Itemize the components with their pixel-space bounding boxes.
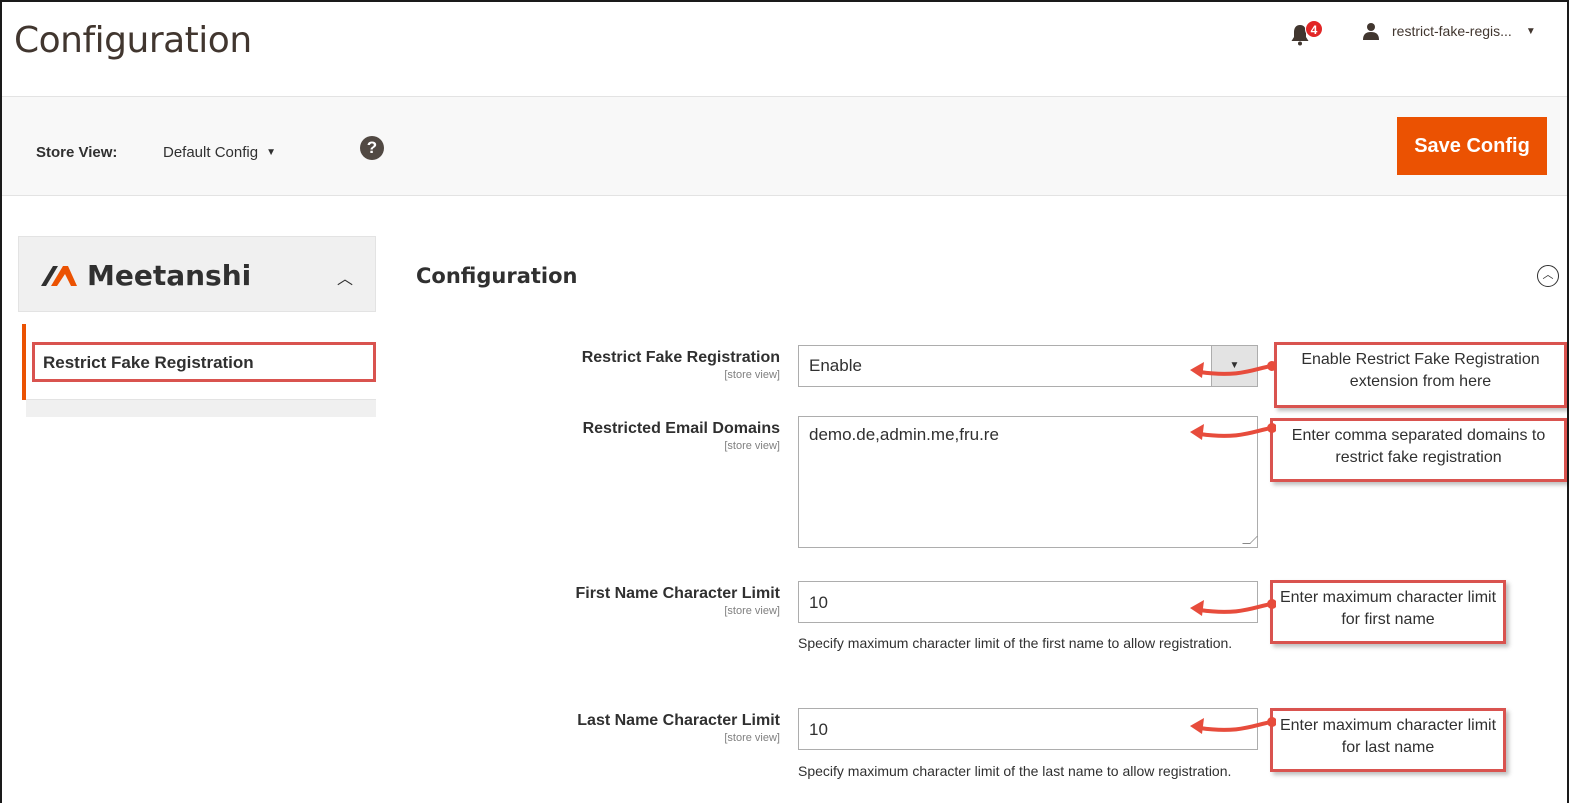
annotation-arrow-icon — [1190, 361, 1276, 378]
user-icon — [1363, 23, 1379, 40]
sidebar-active-indicator — [22, 324, 26, 400]
sidebar-group-header[interactable]: Meetanshi ︿ — [18, 236, 376, 312]
user-menu[interactable]: restrict-fake-regis... ▼ — [1362, 22, 1536, 40]
domains-field-scope: [store view] — [724, 440, 780, 452]
domains-callout: Enter comma separated domains to restric… — [1270, 418, 1567, 482]
first-name-field-scope: [store view] — [724, 605, 780, 617]
brand-name: Meetanshi — [87, 259, 252, 292]
enable-callout: Enable Restrict Fake Registration extens… — [1274, 342, 1567, 408]
store-view-value: Default Config — [163, 144, 259, 161]
annotation-arrow-icon — [1190, 717, 1276, 734]
username: restrict-fake-regis... — [1392, 23, 1512, 39]
annotation-arrow-icon — [1190, 599, 1276, 616]
first-name-field-label: First Name Character Limit — [575, 585, 780, 602]
sidebar-footer — [26, 399, 376, 417]
enable-field-label: Restrict Fake Registration — [581, 349, 780, 366]
meetanshi-logo-icon — [41, 265, 77, 286]
page-title: Configuration — [14, 20, 252, 61]
store-view-label: Store View: — [36, 144, 118, 161]
resize-handle-icon[interactable] — [1242, 536, 1258, 544]
chevron-down-icon: ▼ — [1525, 25, 1536, 37]
notification-count-badge: 4 — [1305, 20, 1323, 38]
store-view-switcher[interactable]: Default Config ▼ — [163, 144, 276, 161]
collapse-section-icon[interactable]: ︿ — [1537, 265, 1559, 287]
last-name-callout: Enter maximum character limit for last n… — [1270, 708, 1506, 772]
save-config-button[interactable]: Save Config — [1397, 117, 1547, 175]
section-title: Configuration — [416, 264, 578, 288]
domains-field-label: Restricted Email Domains — [582, 420, 780, 437]
chevron-up-icon[interactable]: ︿ — [337, 265, 353, 289]
last-name-field-label: Last Name Character Limit — [577, 712, 780, 729]
last-name-field-scope: [store view] — [724, 732, 780, 744]
chevron-down-icon: ▼ — [266, 147, 276, 158]
enable-field-scope: [store view] — [724, 369, 780, 381]
last-name-note: Specify maximum character limit of the l… — [798, 763, 1232, 779]
sidebar-item-restrict-fake-registration[interactable]: Restrict Fake Registration — [32, 342, 376, 382]
textarea-value: demo.de,admin.me,fru.re — [809, 425, 999, 444]
help-icon[interactable]: ? — [360, 136, 384, 160]
select-value: Enable — [809, 356, 862, 375]
first-name-callout: Enter maximum character limit for first … — [1270, 580, 1506, 644]
store-view-toolbar: Store View: Default Config ▼ ? Save Conf… — [2, 96, 1567, 196]
brand-logo: Meetanshi — [39, 259, 251, 292]
first-name-note: Specify maximum character limit of the f… — [798, 635, 1233, 651]
annotation-arrow-icon — [1190, 423, 1276, 440]
